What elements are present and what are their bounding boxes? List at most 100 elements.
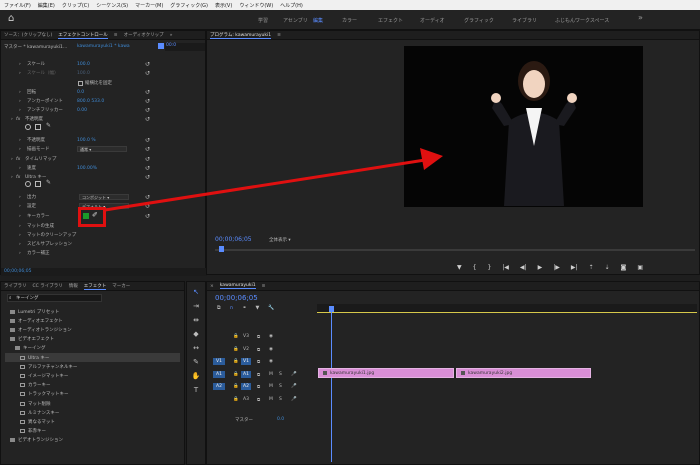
effects-list-item[interactable]: ビデオトランジション <box>5 436 63 445</box>
tab-effects[interactable]: エフェクト <box>83 283 107 290</box>
track-name[interactable]: V1 <box>241 358 251 365</box>
selection-tool-icon[interactable]: ↖ <box>191 288 201 298</box>
tab-info[interactable]: 情報 <box>69 283 78 289</box>
track-lock-icon[interactable]: 🔒 <box>233 372 239 377</box>
effects-list-item[interactable]: アルファチャンネルキー <box>5 362 77 371</box>
effects-list-label: カラーキー <box>28 383 51 389</box>
sync-lock-icon[interactable]: ⧉ <box>257 334 260 340</box>
effects-list-item[interactable]: Lumetri プリセット <box>5 307 59 316</box>
track-lock-icon[interactable]: 🔒 <box>233 397 239 402</box>
effects-list-item[interactable]: ビデオエフェクト <box>5 335 54 344</box>
effect-icon <box>20 373 25 378</box>
solo-button[interactable]: S <box>279 384 282 389</box>
search-icon: ⌕ <box>9 296 12 301</box>
pen-tool-icon[interactable]: ✎ <box>191 358 201 368</box>
folder-icon <box>10 327 15 332</box>
mute-button[interactable]: M <box>269 372 273 377</box>
effects-search-input[interactable]: ⌕ キーイング <box>7 294 102 302</box>
nest-icon[interactable]: ⧉ <box>217 305 221 311</box>
timeline-menu-icon[interactable]: ≡ <box>262 284 266 289</box>
ripple-edit-tool-icon[interactable]: ⇹ <box>191 316 201 326</box>
sync-lock-icon[interactable]: ⧉ <box>257 384 260 390</box>
timeline-close-icon[interactable]: × <box>210 284 214 289</box>
slip-tool-icon[interactable]: ↔ <box>191 344 201 354</box>
track-name[interactable]: A3 <box>241 396 251 403</box>
microphone-icon[interactable]: 🎤 <box>291 397 297 402</box>
track-name[interactable]: A1 <box>241 370 251 378</box>
effect-icon <box>20 364 25 369</box>
effect-icon <box>20 383 25 388</box>
effects-list-item[interactable]: 異なるマット <box>5 417 55 426</box>
track-row: 🔒 A3 ⧉ M S 🎤 <box>207 395 697 406</box>
effects-list-item[interactable]: 非赤キー <box>5 427 46 436</box>
type-tool-icon[interactable]: T <box>191 386 201 396</box>
add-marker-timeline-icon[interactable]: ▼ <box>255 305 259 311</box>
eye-icon[interactable]: ◉ <box>269 334 273 339</box>
effects-list-label: キーイング <box>23 346 46 352</box>
effects-list-item[interactable]: Ultra キー <box>5 353 180 362</box>
master-track-label: マスター <box>235 418 253 423</box>
sync-lock-icon[interactable]: ⧉ <box>257 372 260 378</box>
track-lock-icon[interactable]: 🔒 <box>233 334 239 339</box>
sync-lock-icon[interactable]: ⧉ <box>257 347 260 353</box>
sync-lock-icon[interactable]: ⧉ <box>257 359 260 365</box>
track-select-tool-icon[interactable]: ⇥ <box>191 302 201 312</box>
effect-icon <box>20 401 25 406</box>
source-patch[interactable]: V1 <box>213 358 225 365</box>
clip-kawamurayuki1[interactable]: kawamurayuki1.jpg <box>318 368 454 378</box>
eye-icon[interactable]: ◉ <box>269 347 273 352</box>
mute-button[interactable]: M <box>269 384 273 389</box>
effects-list-item[interactable]: マット削除 <box>5 399 51 408</box>
timeline-header: × kawamurayuki1 ≡ <box>207 282 699 291</box>
track-name[interactable]: V2 <box>241 346 251 353</box>
timeline-ruler[interactable] <box>317 304 697 312</box>
snap-icon[interactable]: ∩ <box>230 305 234 311</box>
track-lock-icon[interactable]: 🔒 <box>233 347 239 352</box>
effects-list-label: トラックマットキー <box>28 392 69 398</box>
track-lock-icon[interactable]: 🔒 <box>233 359 239 364</box>
timeline-settings-icon[interactable]: 🔧 <box>268 305 274 311</box>
mute-button[interactable]: M <box>269 397 273 402</box>
solo-button[interactable]: S <box>279 372 282 377</box>
microphone-icon[interactable]: 🎤 <box>291 384 297 389</box>
effects-list-item[interactable]: オーディオエフェクト <box>5 316 63 325</box>
master-track-value[interactable]: 0.0 <box>277 417 284 422</box>
linked-selection-icon[interactable]: ⚭ <box>242 305 246 311</box>
effects-tabs: ライブラリ CC ライブラリ 情報 エフェクト マーカー <box>1 282 184 291</box>
tools-panel: ↖ ⇥ ⇹ ◆ ↔ ✎ ✋ T <box>186 281 206 465</box>
effects-list-item[interactable]: カラーキー <box>5 381 51 390</box>
effects-list-item[interactable]: ルミナンスキー <box>5 408 59 417</box>
sync-lock-icon[interactable]: ⧉ <box>257 397 260 403</box>
timeline-timecode[interactable]: 00;00;06;05 <box>215 294 258 302</box>
effects-list-label: マット削除 <box>28 401 51 407</box>
razor-tool-icon[interactable]: ◆ <box>191 330 201 340</box>
tab-library[interactable]: ライブラリ <box>4 283 27 289</box>
effects-list-label: アルファチャンネルキー <box>28 364 78 370</box>
work-area-bar[interactable] <box>317 312 697 313</box>
track-row: A2 🔒 A2 ⧉ M S 🎤 <box>207 382 697 393</box>
tab-markers[interactable]: マーカー <box>112 283 130 289</box>
effects-list-item[interactable]: トラックマットキー <box>5 390 69 399</box>
track-row: V1 🔒 V1 ⧉ ◉ <box>207 357 697 368</box>
effects-list-label: オーディオエフェクト <box>18 318 63 324</box>
hand-tool-icon[interactable]: ✋ <box>191 372 201 382</box>
eye-icon[interactable]: ◉ <box>269 359 273 364</box>
clip-kawamurayuki2[interactable]: kawamurayuki2.jpg <box>456 368 591 378</box>
timeline-tab[interactable]: kawamurayuki1 <box>219 283 256 289</box>
effects-list-item[interactable]: オーディオトランジション <box>5 325 72 334</box>
effects-list-item[interactable]: イメージマットキー <box>5 371 68 380</box>
source-patch[interactable]: A2 <box>213 383 225 390</box>
solo-button[interactable]: S <box>279 397 282 402</box>
effect-icon <box>20 419 25 424</box>
effect-icon <box>20 429 25 434</box>
track-lock-icon[interactable]: 🔒 <box>233 384 239 389</box>
microphone-icon[interactable]: 🎤 <box>291 372 297 377</box>
track-name[interactable]: V3 <box>241 333 251 340</box>
effects-list-label: Ultra キー <box>28 355 50 361</box>
effects-list-item[interactable]: キーイング <box>5 344 46 353</box>
source-patch[interactable]: A1 <box>213 370 225 378</box>
tab-cc-library[interactable]: CC ライブラリ <box>33 283 63 289</box>
folder-icon <box>10 309 15 314</box>
track-name[interactable]: A2 <box>241 383 251 390</box>
folder-icon <box>15 346 20 351</box>
